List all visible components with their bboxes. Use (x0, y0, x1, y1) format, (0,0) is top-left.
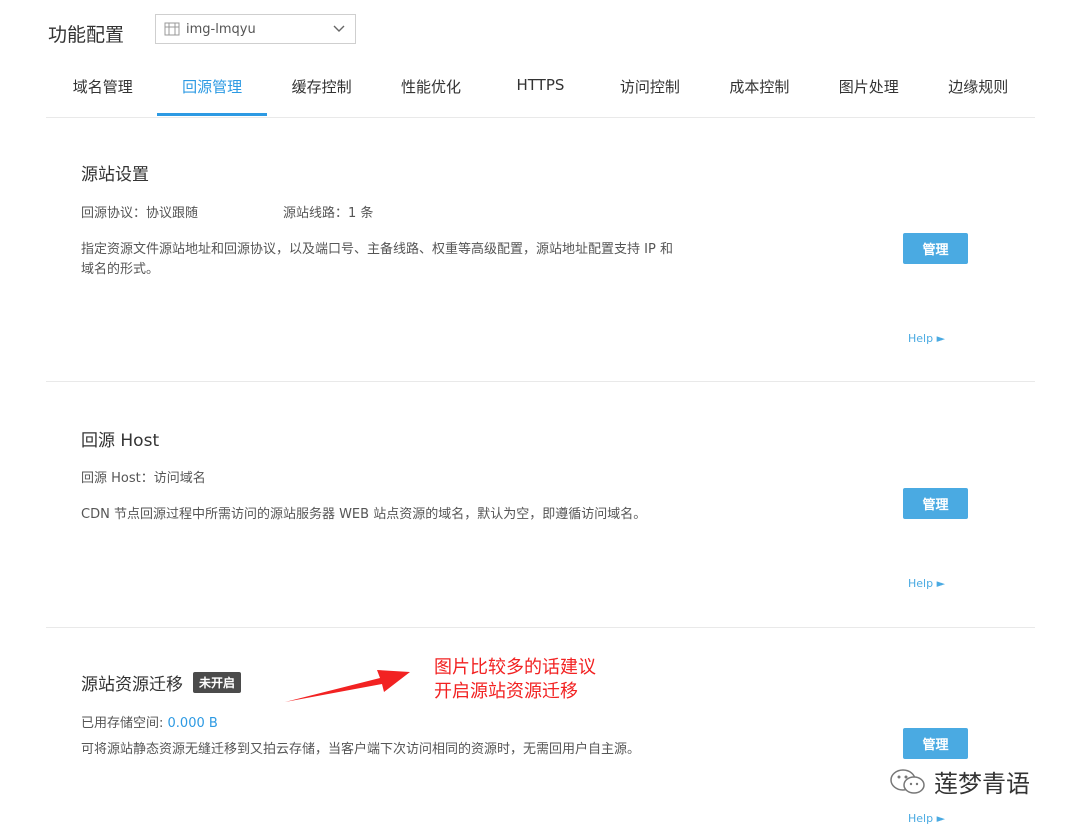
tab-access[interactable]: 访问控制 (595, 68, 704, 118)
origin-manage-button[interactable]: 管理 (903, 233, 968, 264)
storage-label: 已用存储空间: (81, 716, 168, 731)
tab-origin[interactable]: 回源管理 (157, 68, 268, 118)
migration-storage: 已用存储空间: 0.000 B (81, 712, 218, 731)
section-title-origin: 源站设置 (81, 165, 149, 185)
host-help-link[interactable]: Help ► (908, 577, 945, 590)
annotation-text: 图片比较多的话建议 开启源站资源迁移 (434, 656, 596, 704)
watermark: 莲梦青语 (888, 764, 1030, 799)
section-title-migration: 源站资源迁移 未开启 (81, 670, 242, 695)
tab-domain[interactable]: 域名管理 (48, 68, 157, 118)
tab-cache[interactable]: 缓存控制 (267, 68, 376, 118)
bucket-icon (164, 22, 180, 36)
chevron-down-icon (333, 25, 345, 32)
origin-description-line2: 域名的形式。 (81, 262, 160, 277)
tab-image[interactable]: 图片处理 (814, 68, 923, 118)
page-title: 功能配置 (48, 24, 125, 46)
tab-performance[interactable]: 性能优化 (376, 68, 485, 118)
bucket-selector[interactable]: img-lmqyu (155, 14, 356, 44)
wechat-icon (890, 768, 925, 794)
status-badge: 未开启 (193, 672, 242, 693)
origin-description-line1: 指定资源文件源站地址和回源协议，以及端口号、主备线路、权重等高级配置，源站地址配… (81, 242, 673, 257)
tab-bar: 域名管理 回源管理 缓存控制 性能优化 HTTPS 访问控制 成本控制 图片处理… (48, 68, 1033, 118)
annotation-arrow (285, 670, 410, 702)
migration-help-link[interactable]: Help ► (908, 812, 945, 825)
watermark-text: 莲梦青语 (934, 770, 1030, 798)
annotation-line1: 图片比较多的话建议 (434, 657, 596, 678)
origin-description: 指定资源文件源站地址和回源协议，以及端口号、主备线路、权重等高级配置，源站地址配… (81, 240, 731, 280)
migration-description: 可将源站静态资源无缝迁移到又拍云存储，当客户端下次访问相同的资源时，无需回用户自… (81, 742, 641, 757)
host-value: 回源 Host：访问域名 (81, 471, 206, 486)
divider (46, 627, 1035, 628)
divider (46, 381, 1035, 382)
host-manage-button[interactable]: 管理 (903, 488, 968, 519)
bucket-selector-value: img-lmqyu (186, 21, 256, 37)
origin-protocol: 回源协议：协议跟随 (81, 206, 199, 221)
tab-https[interactable]: HTTPS (486, 68, 595, 118)
migration-title: 源站资源迁移 (81, 675, 183, 695)
section-title-host: 回源 Host (81, 431, 160, 451)
annotation-line2: 开启源站资源迁移 (434, 681, 578, 702)
migration-manage-button[interactable]: 管理 (903, 728, 968, 759)
origin-meta: 回源协议：协议跟随 源站线路：1 条 (81, 202, 373, 221)
tab-cost[interactable]: 成本控制 (705, 68, 814, 118)
origin-lines: 源站线路：1 条 (283, 206, 374, 221)
host-description: CDN 节点回源过程中所需访问的源站服务器 WEB 站点资源的域名，默认为空，即… (81, 507, 647, 522)
storage-value: 0.000 B (167, 716, 218, 731)
tab-edge-rules[interactable]: 边缘规则 (924, 68, 1033, 118)
origin-help-link[interactable]: Help ► (908, 332, 945, 345)
divider (46, 117, 1035, 118)
